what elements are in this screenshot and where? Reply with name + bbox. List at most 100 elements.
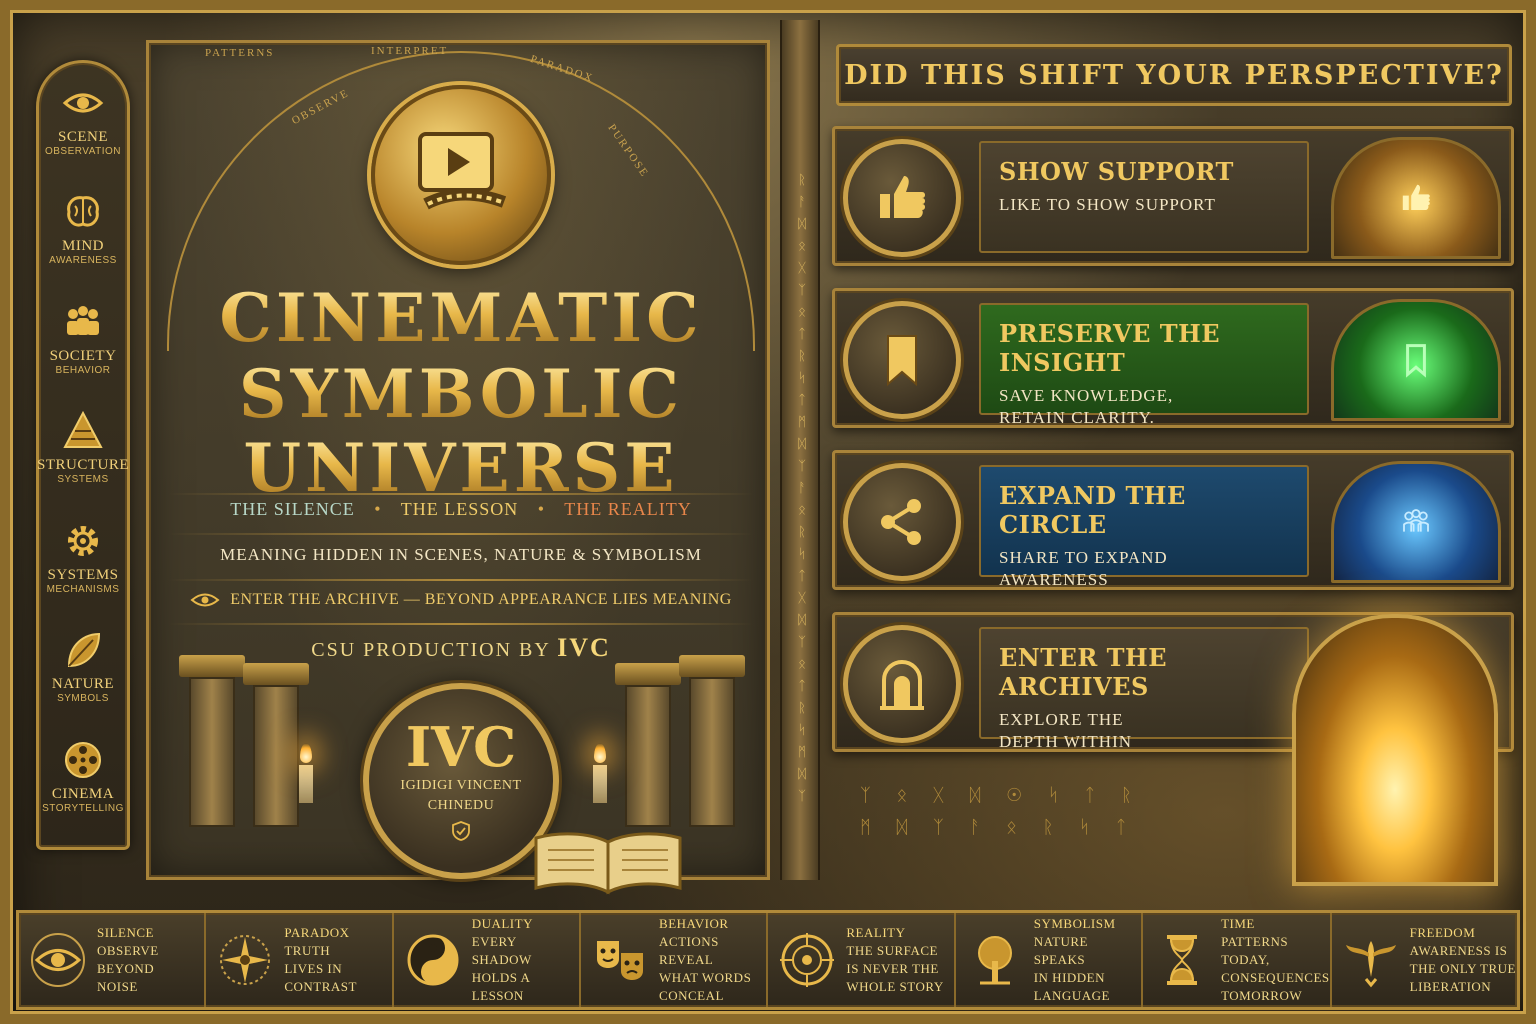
- pillar-capital: [243, 663, 309, 685]
- principle-line: the only true: [1409, 961, 1516, 976]
- arc-word: PATTERNS: [205, 47, 275, 59]
- principle-text: Silence Observe beyond noise: [97, 924, 159, 996]
- thumbs-up-icon: [1402, 184, 1430, 210]
- sidebar-item-subtitle: Mechanisms: [46, 583, 120, 595]
- sidebar-item-society[interactable]: Society Behavior: [38, 300, 128, 409]
- principle-line: liberation: [1409, 979, 1492, 994]
- principle-line: Every shadow: [471, 934, 532, 967]
- divider-rule: [169, 493, 753, 495]
- card-plate: Enter the Archives Explore the depth wit…: [979, 627, 1309, 751]
- divider-rule: [169, 579, 753, 581]
- glowing-doorway: [1331, 137, 1501, 259]
- principle-line: Nature speaks: [1033, 934, 1088, 967]
- archive-door-icon: [880, 660, 924, 710]
- principle-line: whole story: [846, 979, 944, 994]
- bookmark-icon: [1406, 344, 1426, 378]
- subtitle-line: MEANING HIDDEN IN SCENES, NATURE & SYMBO…: [220, 545, 702, 564]
- leaf-icon: [67, 633, 101, 668]
- like-button[interactable]: Show Support Like to show support: [832, 126, 1514, 266]
- principle-heading: Behavior: [659, 916, 729, 931]
- principle-behavior: Behavior Actions reveal what words conce…: [581, 913, 769, 1007]
- card-badge: [843, 301, 961, 419]
- compass-star-icon: [220, 935, 271, 985]
- principle-line: holds a: [471, 970, 531, 985]
- principle-heading: Time: [1221, 916, 1255, 931]
- principle-line: Actions reveal: [659, 934, 719, 967]
- candle: [593, 765, 607, 803]
- archive-gate[interactable]: [1292, 614, 1498, 886]
- eye-icon: [62, 93, 104, 113]
- candle-flame: [300, 743, 312, 763]
- sidebar-item-subtitle: Storytelling: [42, 802, 124, 814]
- glowing-doorway: [1331, 461, 1501, 583]
- production-name: IVC: [557, 633, 611, 662]
- card-plate: Preserve the Insight Save knowledge, ret…: [979, 303, 1309, 427]
- save-button[interactable]: Preserve the Insight Save knowledge, ret…: [832, 288, 1514, 428]
- card-title: Expand the Circle: [999, 481, 1186, 539]
- principle-heading: Freedom: [1409, 925, 1476, 940]
- principle-symbolism: Symbolism Nature speaks in hidden langua…: [956, 913, 1144, 1007]
- principle-heading: Reality: [846, 925, 906, 940]
- principle-text: Duality Every shadow holds a lesson: [472, 915, 579, 1005]
- principle-line: Awareness is: [1409, 943, 1508, 958]
- phoenix-icon: [1345, 941, 1396, 988]
- triad-dot: •: [537, 499, 546, 519]
- enter-archive-line[interactable]: ENTER THE ARCHIVE — BEYOND APPEARANCE LI…: [149, 591, 773, 609]
- divider-rule: [169, 623, 753, 625]
- card-description: Explore the depth within: [999, 710, 1133, 752]
- principle-line: The surface: [846, 943, 938, 958]
- principle-text: Freedom Awareness is the only true liber…: [1410, 924, 1516, 996]
- sidebar-item-title: Systems: [47, 566, 119, 583]
- principle-line: beyond: [97, 961, 155, 976]
- bookmark-icon: [887, 335, 917, 387]
- sidebar-item-subtitle: Symbols: [57, 693, 109, 705]
- share-icon: [881, 499, 921, 545]
- play-medallion[interactable]: [371, 85, 551, 265]
- people-icon: [67, 305, 99, 335]
- stone-pillar: [189, 677, 235, 827]
- question-text: Did this shift your perspective?: [844, 59, 1504, 91]
- seal-name-line-2: CHINEDU: [427, 798, 495, 813]
- principle-silence: Silence Observe beyond noise: [19, 913, 207, 1007]
- enter-archive-text: ENTER THE ARCHIVE — BEYOND APPEARANCE LI…: [230, 591, 732, 608]
- seal-initials: IVC: [405, 714, 517, 779]
- principle-heading: Symbolism: [1033, 916, 1116, 931]
- sidebar-item-title: Mind: [62, 238, 104, 255]
- arc-word: INTERPRET: [371, 45, 449, 57]
- divider-rule: [169, 533, 753, 535]
- stone-pillar: [253, 685, 299, 827]
- principle-line: Patterns today,: [1221, 934, 1289, 967]
- principle-text: Time Patterns today, consequences tomorr…: [1221, 915, 1330, 1005]
- eye-icon: [31, 933, 85, 987]
- candle-flame: [594, 743, 606, 763]
- tree-icon: [977, 936, 1012, 985]
- gear-icon: [68, 525, 98, 556]
- seal-name-line-1: IGIDIGI VINCENT: [400, 777, 522, 793]
- sidebar-item-nature[interactable]: Nature Symbols: [38, 628, 128, 737]
- sidebar-item-subtitle: Awareness: [49, 255, 117, 267]
- principle-line: lesson: [471, 988, 524, 1003]
- principle-line: consequences: [1221, 970, 1330, 985]
- principle-text: Paradox Truth lives in contrast: [284, 924, 357, 996]
- principles-bar: Silence Observe beyond noise Paradox Tru…: [16, 910, 1520, 1010]
- triad-lesson: THE LESSON: [400, 499, 519, 519]
- stone-pillar: [625, 685, 671, 827]
- card-badge: [843, 625, 961, 743]
- share-button[interactable]: Expand the Circle Share to expand awaren…: [832, 450, 1514, 590]
- principle-line: noise: [97, 979, 138, 994]
- sidebar-item-title: Society: [49, 347, 117, 364]
- sidebar-item-structure[interactable]: Structure Systems: [37, 409, 129, 518]
- principle-line: is never the: [846, 961, 939, 976]
- sidebar-item-scene[interactable]: Scene Observation: [38, 81, 128, 190]
- sidebar-item-systems[interactable]: Systems Mechanisms: [38, 519, 128, 628]
- people-icon: [1403, 509, 1429, 532]
- principle-line: lives in: [284, 961, 343, 976]
- sidebar-item-mind[interactable]: Mind Awareness: [38, 190, 128, 299]
- question-banner: Did this shift your perspective?: [836, 44, 1512, 106]
- sidebar-item-cinema[interactable]: Cinema Storytelling: [38, 738, 128, 847]
- title-panel: PATTERNS OBSERVE INTERPRET PARADOX PURPO…: [146, 40, 770, 880]
- thumbs-up-icon: [880, 176, 925, 218]
- yin-yang-icon: [407, 934, 459, 986]
- sidebar-item-title: Scene: [57, 129, 108, 145]
- card-plate: Show Support Like to show support: [979, 141, 1309, 253]
